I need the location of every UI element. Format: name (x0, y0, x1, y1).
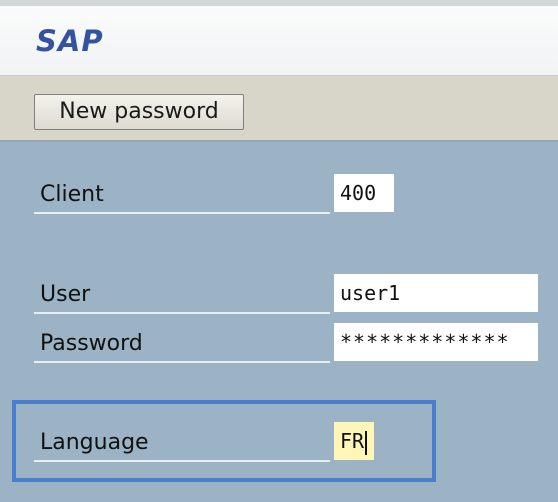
user-field[interactable]: user1 (334, 274, 538, 312)
language-value: FR (340, 429, 365, 453)
sap-logo: SAP (36, 24, 104, 58)
client-label: Client (34, 176, 330, 214)
password-field[interactable]: ************* (334, 323, 538, 361)
user-label: User (34, 276, 330, 314)
application-toolbar: New password (0, 76, 558, 142)
password-label: Password (34, 325, 330, 363)
client-field[interactable]: 400 (334, 174, 394, 212)
title-bar: SAP (0, 0, 558, 76)
language-label: Language (34, 424, 330, 462)
language-field[interactable]: FR (334, 422, 374, 460)
new-password-button[interactable]: New password (34, 94, 244, 130)
text-cursor (365, 430, 368, 455)
